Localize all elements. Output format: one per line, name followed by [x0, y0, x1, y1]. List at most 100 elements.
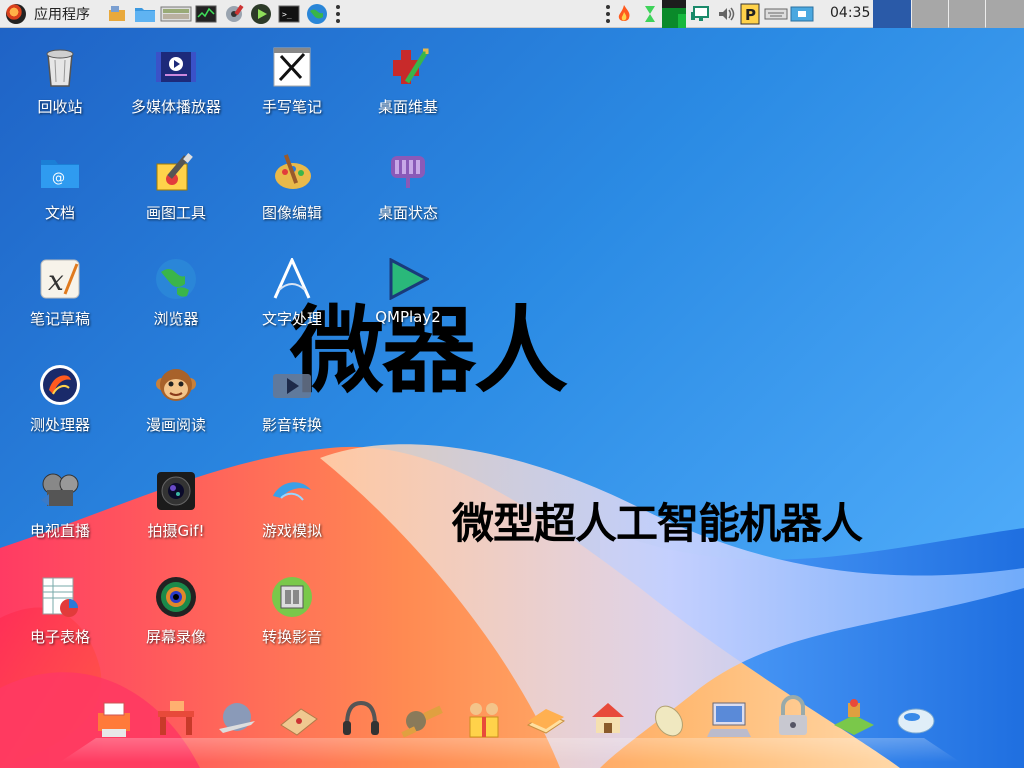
image-editor-icon — [275, 154, 311, 189]
panel-clock[interactable]: 04:35 — [830, 5, 870, 21]
desktop-icon-gif-camera[interactable]: 拍摄Gif! — [126, 460, 226, 552]
launcher-folder[interactable] — [134, 3, 156, 25]
dock-item-satellite[interactable] — [398, 695, 446, 743]
volume-icon — [719, 7, 735, 21]
processor-test-icon — [40, 365, 80, 405]
desktop-icon-word-processor[interactable]: 文字处理 — [242, 248, 342, 340]
dock-item-headphones[interactable] — [337, 695, 385, 743]
dock-item-map[interactable] — [830, 695, 878, 743]
draft-notes-icon: x — [40, 259, 80, 299]
image-viewer-icon — [160, 6, 192, 22]
dock-item-computer[interactable] — [706, 695, 755, 743]
video-convert-icon — [273, 374, 311, 398]
desktop-icon-label: 笔记草稿 — [29, 310, 90, 328]
tray-screenshot[interactable] — [790, 4, 814, 24]
desktop-icon-label: 浏览器 — [153, 310, 199, 328]
folder-settings-icon — [109, 6, 125, 21]
trash-icon — [46, 49, 74, 87]
launcher-overflow-handle[interactable] — [336, 5, 340, 23]
browser-icon — [307, 4, 327, 24]
desktop-icon-media-converter[interactable]: 转换影音 — [242, 566, 342, 658]
desktop-icon-label: 文字处理 — [261, 310, 322, 328]
desktop-icon-label: 多媒体播放器 — [130, 98, 221, 116]
desktop-icon-documents[interactable]: @ 文档 — [10, 142, 110, 234]
desktop-icon-label: 电子表格 — [29, 628, 90, 646]
launcher-image-viewer[interactable] — [160, 3, 192, 25]
desktop-icon-screen-recorder[interactable]: 屏幕录像 — [126, 566, 226, 658]
dock-item-desk[interactable] — [152, 695, 200, 743]
dock-mouse-icon — [655, 705, 684, 737]
dock-item-board[interactable] — [275, 695, 323, 743]
desktop-icon-draft-notes[interactable]: x 笔记草稿 — [10, 248, 110, 340]
workspace-4[interactable] — [986, 0, 1024, 28]
desktop-status-icon — [391, 156, 425, 188]
gif-camera-icon — [157, 472, 195, 510]
network-icon — [691, 6, 709, 21]
dock-desk-icon — [157, 701, 194, 735]
bottom-dock — [90, 695, 940, 750]
tray-hourglass[interactable] — [640, 4, 660, 24]
desktop-icon-comic-reader[interactable]: 漫画阅读 — [126, 354, 226, 446]
tray-handle[interactable] — [606, 5, 610, 23]
dock-books-icon — [526, 709, 565, 734]
desktop-icon-browser[interactable]: 浏览器 — [126, 248, 226, 340]
dock-item-printer[interactable] — [90, 695, 138, 743]
applications-menu-label: 应用程序 — [34, 7, 90, 23]
game-emulator-icon — [273, 482, 311, 501]
desktop-icon-video-convert[interactable]: 影音转换 — [242, 354, 342, 446]
workspace-2[interactable] — [912, 0, 948, 28]
spreadsheet-icon — [42, 577, 78, 617]
parking-icon: P — [740, 3, 760, 25]
workspace-1[interactable] — [873, 0, 911, 28]
word-processor-icon — [273, 258, 311, 299]
desktop-icon-label: 电视直播 — [29, 522, 90, 540]
desktop-icon-handwriting-notes[interactable]: 手写笔记 — [242, 36, 342, 128]
browser-icon — [156, 259, 196, 299]
desktop-icon-label: 桌面维基 — [377, 98, 438, 116]
workspace-3[interactable] — [949, 0, 985, 28]
tray-fire[interactable] — [614, 4, 634, 24]
desktop-icon-tv-live[interactable]: 电视直播 — [10, 460, 110, 552]
screen-recorder-icon — [156, 577, 196, 617]
desktop-icon-label: 文档 — [44, 204, 75, 222]
dock-item-house[interactable] — [584, 695, 632, 743]
tray-network[interactable] — [690, 4, 710, 24]
desktop-icon-label: 手写笔记 — [261, 98, 322, 116]
desktop-icon-label: 屏幕录像 — [145, 628, 206, 646]
desktop-icon-trash[interactable]: 回收站 — [10, 36, 110, 128]
dock-item-mouse[interactable] — [645, 695, 693, 743]
applications-menu-button[interactable]: 应用程序 — [6, 3, 90, 25]
desktop-icon-processor-test[interactable]: 测处理器 — [10, 354, 110, 446]
dock-item-gift-people[interactable] — [460, 695, 508, 743]
desktop-icon-label: 桌面状态 — [377, 204, 438, 222]
dock-gift-people-icon — [469, 703, 499, 738]
desktop-icon-qmplay2[interactable]: QMPlay2 — [358, 248, 458, 340]
desktop-icon-media-player[interactable]: 多媒体播放器 — [126, 36, 226, 128]
desktop-icon-label: 游戏模拟 — [261, 522, 322, 540]
tray-parking[interactable]: P — [740, 3, 760, 25]
fire-icon — [618, 5, 630, 21]
tray-keyboard[interactable] — [764, 4, 788, 24]
tray-volume[interactable] — [716, 4, 736, 24]
screenshot-icon — [790, 6, 814, 22]
desktop-icon-image-editor[interactable]: 图像编辑 — [242, 142, 342, 234]
launcher-media-player[interactable] — [250, 3, 272, 25]
launcher-system-monitor[interactable] — [195, 3, 217, 25]
hourglass-icon — [645, 6, 655, 22]
desktop-icon-spreadsheet[interactable]: 电子表格 — [10, 566, 110, 658]
launcher-folder-settings[interactable] — [106, 3, 128, 25]
dock-item-books[interactable] — [522, 695, 570, 743]
dock-item-mouse-device[interactable] — [892, 695, 940, 743]
desktop-icon-paint[interactable]: 画图工具 — [126, 142, 226, 234]
dock-item-lock[interactable] — [769, 695, 817, 743]
launcher-terminal[interactable]: >_ — [278, 3, 300, 25]
dock-headphones-icon — [342, 700, 379, 735]
desktop-icon-wiki[interactable]: 桌面维基 — [358, 36, 458, 128]
desktop-icon-desktop-status[interactable]: 桌面状态 — [358, 142, 458, 234]
launcher-tools[interactable] — [223, 3, 245, 25]
desktop-icon-game-emulator[interactable]: 游戏模拟 — [242, 460, 342, 552]
dock-item-globe-plane[interactable] — [213, 695, 261, 743]
launcher-browser[interactable] — [306, 3, 328, 25]
app-menu-logo-icon — [6, 4, 26, 24]
tray-cpu-graph[interactable] — [662, 0, 686, 28]
